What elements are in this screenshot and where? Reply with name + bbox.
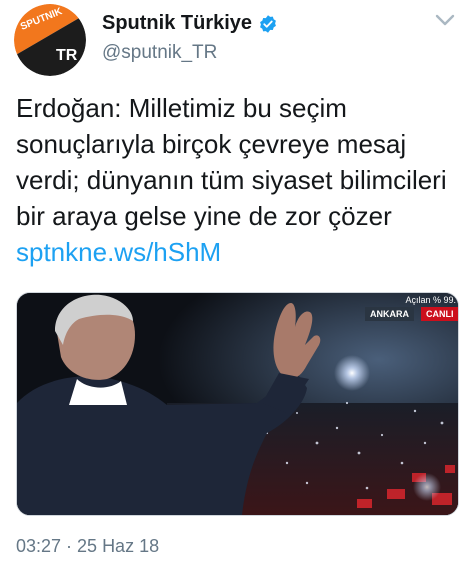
- tweet-link[interactable]: sptnkne.ws/hShM: [16, 237, 221, 267]
- display-name[interactable]: Sputnik Türkiye: [102, 12, 252, 35]
- handle[interactable]: @sputnik_TR: [102, 42, 217, 64]
- tweet-text: Erdoğan: Milletimiz bu seçim sonuçlarıyl…: [16, 90, 456, 270]
- timestamp[interactable]: 03:27 · 25 Haz 18: [16, 536, 159, 557]
- vote-percent-overlay: Açılan % 99.: [405, 295, 456, 305]
- tweet-card[interactable]: SPUTNIK TR Sputnik Türkiye @sputnik_TR E…: [0, 0, 470, 567]
- name-row: Sputnik Türkiye: [102, 12, 278, 35]
- chevron-down-icon[interactable]: [434, 12, 456, 28]
- live-badge: CANLI: [421, 307, 458, 321]
- avatar-sub-text: TR: [56, 47, 78, 64]
- location-chip: ANKARA: [365, 307, 414, 321]
- avatar[interactable]: SPUTNIK TR: [14, 4, 86, 76]
- tweet-body: Erdoğan: Milletimiz bu seçim sonuçlarıyl…: [16, 93, 447, 231]
- verified-badge-icon: [260, 14, 276, 33]
- media-image[interactable]: Açılan % 99. ANKARA CANLI: [16, 292, 459, 516]
